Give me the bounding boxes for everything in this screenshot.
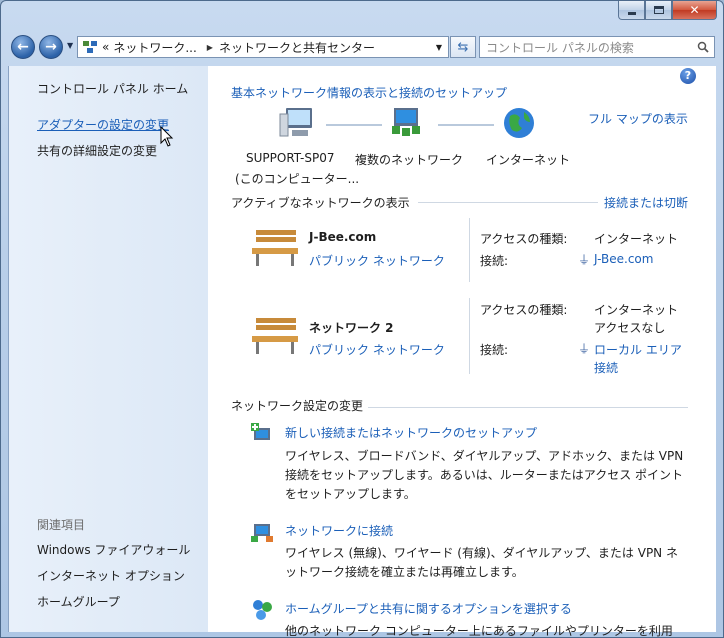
connection-label: 接続: [480,254,509,268]
multiple-networks-label: 複数のネットワーク [355,153,464,167]
connection-label: 接続: [480,343,509,357]
advanced-sharing-settings-link[interactable]: 共有の詳細設定の変更 [37,142,157,159]
connect-disconnect-link[interactable]: 接続または切断 [604,194,688,211]
section-divider [368,407,688,408]
navigation-bar: ← → ▼ « ネットワーク... ▶ ネットワークと共有センター ▼ ⇆ コン… [9,33,717,61]
related-items-heading: 関連項目 [37,518,86,532]
computer-icon [279,108,312,137]
homegroup-sharing-options-link[interactable]: ホームグループと共有に関するオプションを選択する [285,600,572,617]
network-icon [83,41,97,53]
search-input[interactable]: コントロール パネルの検索 [486,39,634,56]
back-button[interactable]: ← [11,35,35,59]
page-title-link[interactable]: 基本ネットワーク情報の表示と接続のセットアップ [231,84,507,101]
chevron-down-icon: ▼ [67,41,74,50]
forward-button[interactable]: → [39,35,63,59]
active-networks-heading: アクティブなネットワークの表示 [231,196,410,210]
connect-to-network-icon [251,524,273,542]
full-map-link[interactable]: フル マップの表示 [588,110,688,127]
breadcrumb-overflow[interactable]: « [102,40,109,54]
map-connector-line [326,124,382,126]
search-box[interactable]: コントロール パネルの検索 [479,36,715,58]
this-computer-label: SUPPORT-SP07 [246,151,335,165]
address-bar[interactable]: « ネットワーク... ▶ ネットワークと共有センター ▼ [77,36,449,58]
change-adapter-settings-link[interactable]: アダプターの設定の変更 [37,116,169,133]
minimize-icon [627,11,636,15]
connection-plug-icon: ⏚ [578,253,591,267]
recent-pages-dropdown[interactable]: ▼ [67,41,73,50]
task-description: をセットアップします。 [285,487,416,501]
internet-globe-icon [504,108,534,138]
maximize-button[interactable] [645,1,672,20]
connection-link-line2[interactable]: 接続 [594,359,618,376]
network-type-link[interactable]: パブリック ネットワーク [309,341,445,358]
access-type-value: インターネット [594,232,679,246]
scrollbar[interactable] [708,66,716,632]
task-description: 接続をセットアップします。あるいは、ルーターまたはアクセス ポイント [285,468,684,482]
help-icon[interactable]: ? [680,68,696,84]
setup-new-connection-link[interactable]: 新しい接続またはネットワークのセットアップ [285,424,537,441]
refresh-button[interactable]: ⇆ [450,36,476,58]
public-network-bench-icon [252,230,298,266]
network-name: ネットワーク 2 [309,321,394,335]
breadcrumb-current[interactable]: ネットワークと共有センター [219,39,375,56]
address-dropdown-icon[interactable]: ▼ [436,43,442,52]
control-panel-home-link[interactable]: コントロール パネル ホーム [37,80,188,97]
connection-link[interactable]: ローカル エリア [594,341,682,358]
task-description: ットワーク接続を確立または再確立します。 [285,565,524,579]
left-task-pane: コントロール パネル ホーム アダプターの設定の変更 共有の詳細設定の変更 関連… [8,66,208,632]
network-type-link[interactable]: パブリック ネットワーク [309,252,445,269]
minimize-button[interactable] [618,1,645,20]
task-description: ワイヤレス (無線)、ワイヤード (有線)、ダイヤルアップ、または VPN ネ [285,546,678,560]
network-name: J-Bee.com [309,230,377,244]
maximize-icon [653,6,664,14]
map-connector-line [438,124,494,126]
this-computer-sublabel: (このコンピューター... [235,172,360,186]
internet-options-link[interactable]: インターネット オプション [37,567,185,584]
task-description: ワイヤレス、ブロードバンド、ダイヤルアップ、アドホック、または VPN [285,449,684,463]
close-button[interactable]: ✕ [672,1,717,20]
internet-label: インターネット [486,153,571,167]
breadcrumb-network[interactable]: ネットワーク... [113,39,196,56]
windows-firewall-link[interactable]: Windows ファイアウォール [37,541,190,558]
new-connection-icon [251,423,270,440]
connection-plug-icon: ⏚ [578,342,591,356]
mouse-cursor-icon [160,126,174,147]
breadcrumb-separator-icon[interactable]: ▶ [207,43,213,52]
search-icon[interactable] [697,41,709,53]
homegroup-link[interactable]: ホームグループ [37,593,120,610]
main-content: ? 基本ネットワーク情報の表示と接続のセットアップ フル マップの表示 SUPP… [208,66,708,638]
homegroup-icon [253,600,272,620]
caption-buttons: ✕ [618,1,717,21]
network-divider [469,298,470,374]
public-network-bench-icon [252,318,298,354]
close-icon: ✕ [689,3,700,17]
access-type-value: インターネット [594,303,679,317]
arrow-left-icon: ← [17,39,29,55]
section-divider [418,202,598,203]
access-type-label: アクセスの種類: [480,232,568,246]
arrow-right-icon: → [45,39,57,55]
access-type-label: アクセスの種類: [480,303,568,317]
connect-to-network-link[interactable]: ネットワークに接続 [285,522,393,539]
refresh-icon: ⇆ [457,39,469,55]
network-settings-heading: ネットワーク設定の変更 [231,399,364,413]
network-divider [469,218,470,282]
task-description: 他のネットワーク コンピューター上にあるファイルやプリンターを利用 [285,624,673,638]
connection-link[interactable]: J-Bee.com [594,252,653,266]
access-type-value-line2: アクセスなし [594,321,666,335]
multiple-networks-icon [392,108,420,136]
